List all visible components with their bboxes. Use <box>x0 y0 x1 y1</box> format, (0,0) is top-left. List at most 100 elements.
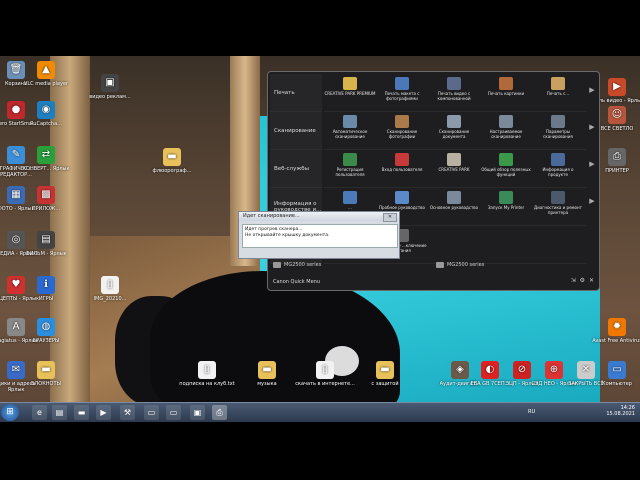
printer-selector[interactable]: MG2500 series <box>436 262 484 268</box>
canon-app-icon[interactable]: ⎙ <box>212 405 227 420</box>
quick-menu-item-label: Параметры сканирования <box>543 129 573 139</box>
creative-park-icon <box>447 153 461 166</box>
quick-menu-item[interactable]: Сканирование фотографии <box>376 112 428 149</box>
features-overview-icon <box>499 153 513 166</box>
photo-scan-icon <box>395 115 409 128</box>
quick-menu-item[interactable]: Параметры сканирования <box>532 112 584 149</box>
desktop-icon[interactable]: ▭ Компьютер <box>587 361 640 387</box>
printer-selector[interactable]: MG2500 series <box>273 262 321 268</box>
clock-date: 15.08.2021 <box>606 411 635 417</box>
dialog-title: Идет сканирование... <box>239 212 399 221</box>
games-icon: ℹ <box>37 276 55 294</box>
scanning-dialog: Идет сканирование... ✕ Идет прогрев скан… <box>238 211 400 259</box>
quick-menu-item[interactable]: Сканирование документа <box>428 112 480 149</box>
category-web-services[interactable]: Веб-службы <box>270 150 322 188</box>
app-icon[interactable]: ▣ <box>190 405 205 420</box>
quick-menu-item[interactable]: CREATIVE PARK PREMIUM <box>324 74 376 111</box>
window-icon[interactable]: ▭ <box>166 405 181 420</box>
quick-menu-item[interactable]: Печать с... <box>532 74 584 111</box>
browsers-icon: ◍ <box>37 318 55 336</box>
desktop-icon[interactable]: ℹ ИГРЫ <box>16 276 76 302</box>
desktop-icon[interactable]: ◉ RuCaptcha... <box>16 101 76 127</box>
desktop-icon[interactable]: ▣ видео реклам... <box>80 74 140 100</box>
explorer-icon[interactable]: ▬ <box>74 405 89 420</box>
print-from-icon <box>551 77 565 90</box>
ie-icon[interactable]: e <box>32 405 47 420</box>
desktop-icon[interactable]: ▤ ФИЛЬМ - Ярлык <box>16 231 76 257</box>
start-button[interactable]: ⊞ <box>1 404 19 421</box>
quick-menu-item-label: Вход пользователя <box>381 167 423 172</box>
chevron-right-icon[interactable]: ▶ <box>588 86 596 94</box>
quick-menu-item-label: ... <box>348 205 352 210</box>
quick-menu-item[interactable]: CREATIVE PARK <box>428 150 480 187</box>
desktop-icon-label: VLC media player <box>23 81 69 87</box>
desktop-icon[interactable]: ▯ скачать в интернете... <box>295 361 355 387</box>
converter-icon: ⇄ <box>37 146 55 164</box>
documents-icon[interactable]: ▤ <box>52 405 67 420</box>
chevron-right-icon[interactable]: ▶ <box>588 197 596 205</box>
desktop-icon[interactable]: ▯ подписка на клуб.txt <box>177 361 237 387</box>
film-icon: ▤ <box>37 231 55 249</box>
desktop-icon[interactable]: ✹ Avast Free Antivirus <box>587 318 640 344</box>
media-player-icon[interactable]: ▶ <box>96 405 111 420</box>
quick-menu-item[interactable]: Основное руководство <box>428 188 480 225</box>
desktop-icon[interactable]: ▬ БЛОКНОТЫ <box>16 361 76 387</box>
video-shortcut-icon: ▶ <box>608 78 626 96</box>
tool-icon[interactable]: ⚒ <box>120 405 135 420</box>
quick-menu-item[interactable]: Настраиваемое сканирование <box>480 112 532 149</box>
quick-menu-item[interactable]: Печать макета с фотографиями <box>376 74 428 111</box>
quick-menu-item-label: Печать видео с компонованной <box>437 91 471 101</box>
desktop-icon-label: музыка <box>257 381 277 387</box>
apps-icon: ▩ <box>37 186 55 204</box>
quick-menu-item[interactable]: Автоматическое сканирование <box>324 112 376 149</box>
quick-menu-item[interactable]: Вход пользователя <box>376 150 428 187</box>
quick-menu-item[interactable]: Информация о продукте <box>532 150 584 187</box>
settings-icon[interactable]: ⚙ <box>580 277 586 284</box>
close-icon[interactable]: ✕ <box>589 277 595 284</box>
category-print[interactable]: Печать <box>270 74 322 112</box>
desktop-icon[interactable]: ▩ ПРИЛОЖ... <box>16 186 76 212</box>
my-printer-icon <box>499 191 513 204</box>
quick-menu-item-label: Автоматическое сканирование <box>332 129 368 139</box>
quick-menu-footer: MG2500 series MG2500 series Canon Quick … <box>268 260 599 290</box>
desktop-icon[interactable]: ▬ с защитой <box>355 361 415 387</box>
desktop: 🗑 Корзина ▲ VLC media player ▣ видео реклам..… <box>0 56 640 421</box>
close-button[interactable]: ✕ <box>383 213 397 222</box>
quick-menu-item[interactable]: Общий обзор полезных функций <box>480 150 532 187</box>
picture-print-icon <box>499 77 513 90</box>
desktop-icon[interactable]: ⇄ КОНВЕРТ... Ярлык <box>16 146 76 172</box>
printer-diagnostics-icon <box>551 191 565 204</box>
document-scan-icon <box>447 115 461 128</box>
window-icon[interactable]: ▭ <box>144 405 159 420</box>
quick-menu-item[interactable]: Запуск My Printer <box>480 188 532 225</box>
desktop-icon[interactable]: ◍ БРАУЗЕРЫ <box>16 318 76 344</box>
desktop-icon[interactable]: ▯ IMG_20210... <box>80 276 140 302</box>
product-info-icon <box>551 153 565 166</box>
printer-icon <box>436 262 444 268</box>
user-login-icon <box>395 153 409 166</box>
chevron-right-icon[interactable]: ▶ <box>588 160 596 168</box>
desktop-icon[interactable]: ▬ флюорограф... <box>142 148 202 174</box>
quick-menu-item[interactable]: Регистрация пользователя <box>324 150 376 187</box>
quick-menu-item-label: CREATIVE PARK PREMIUM <box>324 91 376 96</box>
quick-menu-item[interactable]: Диагностика и ремонт принтера <box>532 188 584 225</box>
desktop-icon-label: ПРИЛОЖ... <box>31 206 61 212</box>
category-scan[interactable]: Сканирование <box>270 112 322 150</box>
quick-menu-item[interactable]: Печать видео с компонованной <box>428 74 480 111</box>
desktop-icon-label: ФИЛЬМ - Ярлык <box>25 251 67 257</box>
portrait-icon: ☺ <box>608 106 626 124</box>
system-clock[interactable]: 14:26 15.08.2021 <box>606 405 635 417</box>
chevron-right-icon[interactable]: ▶ <box>588 123 596 131</box>
quick-menu-item-label: Общий обзор полезных функций <box>481 167 531 177</box>
scan-settings-icon <box>551 115 565 128</box>
quick-menu-item[interactable]: Печать картинки <box>480 74 532 111</box>
protected-folder-icon: ▬ <box>376 361 394 379</box>
desktop-icon[interactable]: ▲ VLC media player <box>16 61 76 87</box>
quick-menu-item-label: Запуск My Printer <box>487 205 525 210</box>
desktop-icon[interactable]: ▬ музыка <box>237 361 297 387</box>
desktop-icon-label: Компьютер <box>602 381 632 387</box>
quick-menu-row: Регистрация пользователя Вход пользовател… <box>324 150 586 188</box>
language-indicator[interactable]: RU <box>528 409 535 415</box>
message-line: Не открывайте крышку документа. <box>245 233 330 238</box>
resize-icon[interactable]: ⇲ <box>571 277 577 284</box>
